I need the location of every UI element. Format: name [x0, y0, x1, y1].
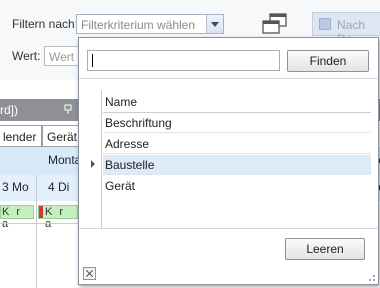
filter-by-label: Filtern nach: [12, 17, 79, 31]
close-icon[interactable] [83, 267, 96, 280]
tab-geraet[interactable]: Gerät [42, 125, 82, 147]
scheduler-panel-title: rd]) [0, 103, 18, 117]
calendar-icon [319, 18, 331, 30]
row-pointer-icon [91, 160, 95, 168]
filter-criterion-combo[interactable]: Filterkriterium wählen [76, 14, 224, 34]
appointment[interactable]: K r a [0, 205, 34, 230]
list-gutter-line [101, 90, 102, 228]
chevron-down-icon[interactable] [206, 15, 223, 33]
value-label: Wert: [12, 49, 41, 63]
pin-icon[interactable] [64, 104, 72, 114]
nach-datum-button[interactable]: Nach Da [312, 12, 380, 46]
list-item-selected[interactable]: Baustelle [103, 155, 371, 175]
column-header-name: Name [105, 95, 138, 109]
tab-label: lender [3, 130, 37, 144]
divider [79, 78, 378, 79]
filter-criterion-popup: Finden Name Beschriftung Adresse Baustel… [78, 37, 379, 285]
list-column-header[interactable]: Name [103, 90, 371, 113]
windows-icon[interactable] [260, 12, 290, 36]
grid-line [0, 223, 78, 224]
criteria-list: Name Beschriftung Adresse Baustelle Gerä… [103, 90, 371, 228]
appointment-status-bar [39, 206, 43, 218]
find-button[interactable]: Finden [287, 50, 369, 72]
clear-button[interactable]: Leeren [285, 238, 365, 260]
tab-kalender[interactable]: lender [0, 125, 42, 147]
resize-grip-icon[interactable] [366, 272, 376, 282]
filter-criterion-placeholder: Filterkriterium wählen [81, 18, 196, 32]
divider [79, 228, 378, 229]
list-item[interactable]: Gerät [103, 176, 371, 196]
date-cell: 4 Di [48, 180, 70, 194]
appointment-label: K r a [2, 206, 23, 230]
appointment-label: K r a [45, 206, 66, 230]
list-item[interactable]: Adresse [103, 134, 371, 154]
grid-line [36, 175, 37, 288]
value-placeholder: Wert [49, 50, 75, 64]
tab-label: Gerät [47, 130, 78, 144]
popup-search-input[interactable] [87, 50, 280, 71]
list-item[interactable]: Beschriftung [103, 113, 371, 133]
text-caret [92, 54, 93, 67]
appointment[interactable]: K r a [38, 205, 78, 230]
date-cell: 3 Mo [2, 180, 29, 194]
